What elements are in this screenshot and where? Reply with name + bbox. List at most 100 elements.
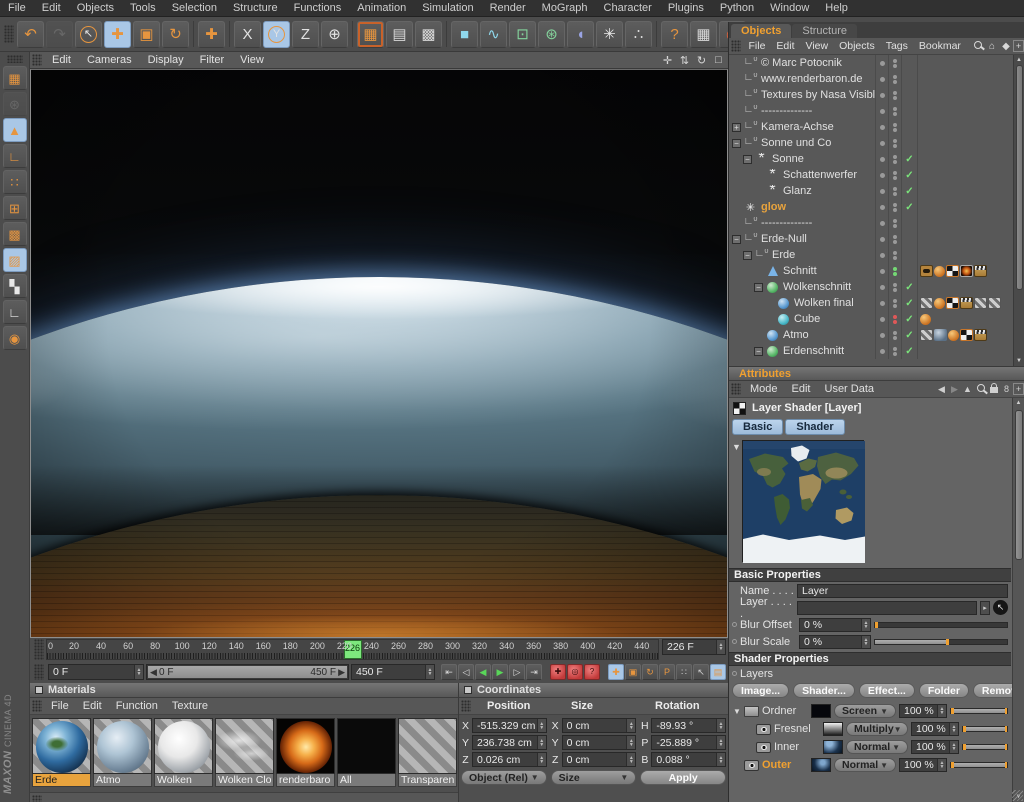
layer-picker-button[interactable]: ↖ [993,600,1008,615]
opacity-stepper[interactable]: ▲▼ [949,741,958,753]
add-icon[interactable]: + [1013,383,1024,395]
enable-check-cell[interactable]: ✓ [901,151,917,167]
visibility-dots-cell[interactable] [888,231,901,247]
layer-opacity-slider[interactable] [950,762,1008,768]
texsphere-tag-icon[interactable] [934,329,947,341]
expander-icon[interactable]: − [743,155,752,164]
add-array-button[interactable]: ⊛ [538,21,565,48]
play-forward-button[interactable]: ▶ [492,664,508,680]
coordinates-dropdown[interactable]: Size▼ [551,770,637,785]
attributes-menu-user-data[interactable]: User Data [818,383,882,395]
up-icon[interactable]: ▲ [961,384,974,394]
rotate-button[interactable]: ↻ [162,21,189,48]
visibility-dots-cell[interactable] [888,263,901,279]
key-rotation-button[interactable]: ↻ [642,664,658,680]
tree-row[interactable]: ∟0www.renderbaron.de [729,71,1013,87]
folder-icon[interactable] [744,706,759,717]
dolly-view-icon[interactable]: ⇅ [677,54,692,67]
home-icon[interactable]: ⌂ [985,41,999,52]
enable-check-cell[interactable] [901,71,917,87]
visibility-editor-dot[interactable] [893,235,897,239]
layer-dot-cell[interactable] [875,167,888,183]
scrollbar-thumb[interactable] [1016,65,1023,290]
viewport-menu-edit[interactable]: Edit [44,54,79,66]
tree-row[interactable]: +∟0Kamera-Achse [729,119,1013,135]
menubar-item-structure[interactable]: Structure [225,2,286,14]
shader-layer-row[interactable]: InnerNormal▼100 %▲▼ [729,738,1011,756]
forward-icon[interactable]: ▶ [948,384,961,395]
visibility-render-dot[interactable] [893,256,897,260]
add-cube-button[interactable]: ■ [451,21,478,48]
objects-menu-tags[interactable]: Tags [880,40,913,52]
phong-tag-icon[interactable] [920,314,931,325]
visibility-editor-dot[interactable] [893,347,897,351]
coordinate-stepper[interactable]: ▲▼ [537,719,546,732]
enable-check-cell[interactable] [901,103,917,119]
range-right-arrow-icon[interactable]: ▶ [338,667,345,678]
visibility-dots-cell[interactable] [888,183,901,199]
blur-offset-stepper[interactable]: ▲▼ [861,619,870,631]
visibility-editor-dot[interactable] [893,187,897,191]
checker-tag-icon[interactable] [946,265,959,277]
shader-layer-row[interactable]: OuterNormal▼100 %▲▼ [729,756,1011,774]
timeline-window-button[interactable]: ▤ [710,664,726,680]
anim-dot-icon[interactable] [732,622,737,627]
blur-scale-slider[interactable] [874,639,1008,645]
layer-image-button[interactable]: Image... [732,683,789,698]
texstripe-tag-icon[interactable] [988,297,1001,309]
texture-mode-button[interactable]: ▨ [3,248,27,272]
layer-effect-button[interactable]: Effect... [859,683,915,698]
object-axis-mode-button[interactable]: ∟ [3,144,27,168]
undo-button[interactable]: ↶ [17,21,44,48]
enable-check-cell[interactable] [901,87,917,103]
target-tag-icon[interactable] [920,153,933,165]
object-tree-scrollbar[interactable]: ▲ ▼ [1013,55,1024,366]
blur-offset-slider[interactable] [874,622,1008,628]
visibility-editor-dot[interactable] [893,299,897,303]
layer-dot-cell[interactable] [875,327,888,343]
enable-check-cell[interactable] [901,215,917,231]
range-start-stepper[interactable]: ▲▼ [134,665,143,679]
visibility-dots-cell[interactable] [888,71,901,87]
layer-dot-cell[interactable] [875,247,888,263]
coordinates-titlebar[interactable]: Coordinates [459,683,728,698]
scroll-down-icon[interactable]: ▼ [1016,356,1022,366]
layer-name[interactable]: Outer [762,759,808,771]
viewport-menu-view[interactable]: View [232,54,272,66]
shader-layer-row[interactable]: FresnelMultiply▼100 %▲▼ [729,720,1011,738]
texture-axis-mode-button[interactable]: ▚ [3,274,27,298]
add-icon[interactable]: + [1013,40,1024,52]
layer-dot-cell[interactable] [875,231,888,247]
display-tag-icon[interactable] [920,265,933,277]
add-deformer-button[interactable]: ◖ [567,21,594,48]
menubar-item-tools[interactable]: Tools [122,2,164,14]
goto-start-button[interactable]: ⇤ [441,664,457,680]
visibility-render-dot[interactable] [893,112,897,116]
coordinate-field-rotation-b[interactable]: 0.088 °▲▼ [651,752,726,767]
visibility-dots-cell[interactable] [888,151,901,167]
coordinate-field-position-z[interactable]: 0.026 cm▲▼ [472,752,547,767]
rotate-view-icon[interactable]: ↻ [694,54,709,67]
layer-dot-cell[interactable] [875,343,888,359]
visibility-dots-cell[interactable] [888,327,901,343]
add-environment-button[interactable]: ✳ [596,21,623,48]
layer-dot-cell[interactable] [875,311,888,327]
attributes-menu-mode[interactable]: Mode [743,383,785,395]
coordinate-stepper[interactable]: ▲▼ [626,736,635,749]
visibility-editor-dot[interactable] [893,91,897,95]
render-view-button[interactable]: ▦ [357,21,384,48]
visibility-render-dot[interactable] [893,336,897,340]
stage-tag-icon[interactable] [960,297,973,309]
visibility-editor-dot[interactable] [893,59,897,63]
stage-tag-icon[interactable] [974,265,987,277]
transport-grip[interactable] [34,664,44,680]
attributes-menu-edit[interactable]: Edit [785,383,818,395]
layer-opacity-field[interactable]: 100 %▲▼ [899,758,947,772]
enable-check-cell[interactable] [901,263,917,279]
play-backward-button[interactable]: ◀ [475,664,491,680]
render-settings-button[interactable]: ▩ [415,21,442,48]
tree-row[interactable]: −∟0Erde-Null [729,231,1013,247]
back-icon[interactable]: ◀ [935,384,948,395]
visibility-dots-cell[interactable] [888,87,901,103]
visibility-render-dot[interactable] [893,352,897,356]
